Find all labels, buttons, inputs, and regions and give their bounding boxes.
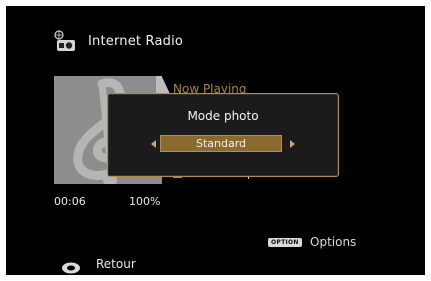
options-label[interactable]: Options <box>310 235 356 249</box>
dialog-title: Mode photo <box>187 109 259 123</box>
screen: Internet Radio Now Playing MP3 128kbps 0… <box>6 6 425 275</box>
buffer-percent: 100% <box>129 195 161 208</box>
previous-option-arrow-icon[interactable] <box>151 140 156 148</box>
back-label[interactable]: Retour <box>96 257 136 271</box>
photo-mode-selector[interactable]: Standard <box>160 135 282 152</box>
next-option-arrow-icon[interactable] <box>290 140 295 148</box>
photo-mode-dialog: Mode photo Standard <box>107 93 339 177</box>
page-title: Internet Radio <box>88 33 184 49</box>
back-button-icon[interactable] <box>61 259 81 274</box>
header: Internet Radio <box>54 28 183 54</box>
elapsed-time: 00:06 <box>54 195 86 208</box>
option-button-icon[interactable]: OPTION <box>268 238 302 247</box>
internet-radio-icon <box>54 30 76 52</box>
